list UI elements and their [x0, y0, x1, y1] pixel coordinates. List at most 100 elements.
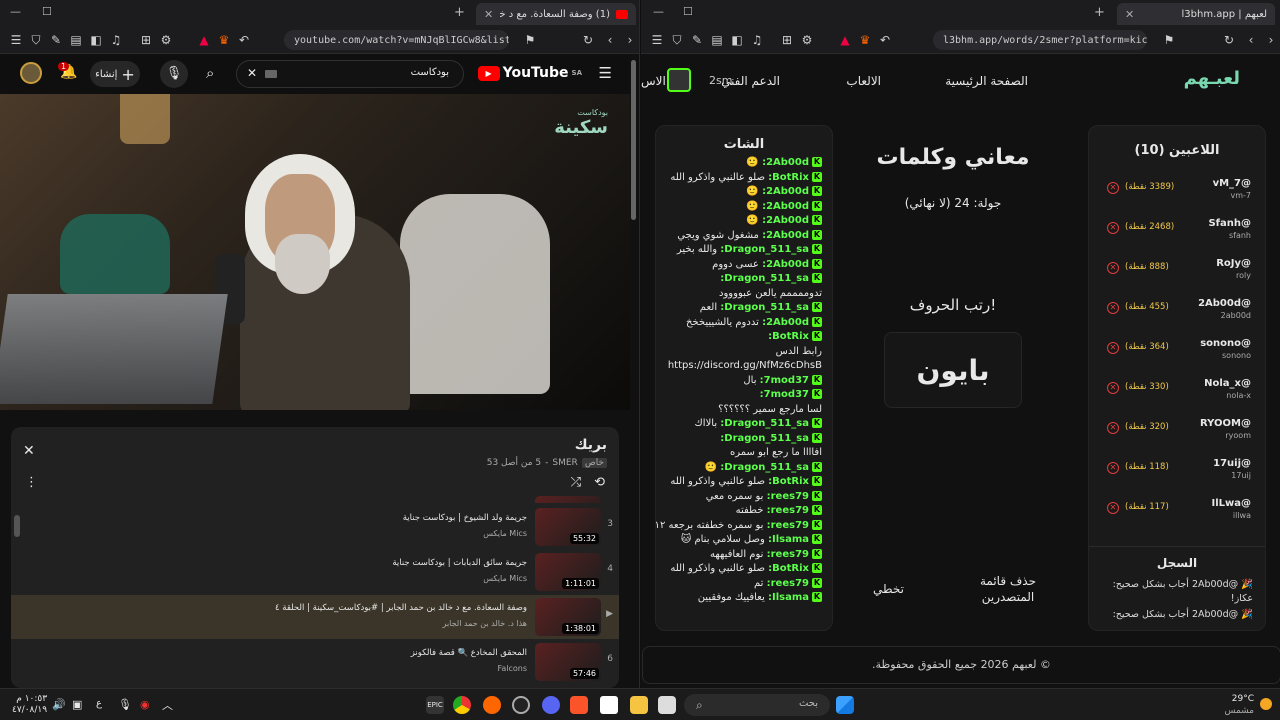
forward-icon[interactable]: › [622, 32, 638, 48]
nav-games[interactable]: الالعاب [846, 74, 881, 88]
playlist-item[interactable]: 6 57:46 المحقق المخادع 🔍 قصة فالكونز Falcon… [11, 640, 619, 684]
nav-home[interactable]: الصفحة الرئيسية [945, 74, 1028, 88]
close-tab-icon[interactable]: ✕ [1125, 8, 1134, 21]
chat-username[interactable]: 2Ab00d: [762, 201, 809, 212]
bookmark-icon[interactable]: ⚑ [522, 32, 538, 48]
chat-username[interactable]: rees79: [767, 491, 809, 502]
remove-player-icon[interactable]: ✕ [1107, 502, 1119, 514]
chat-username[interactable]: rees79: [767, 578, 809, 589]
playlist-item-current[interactable]: ▶ 1:38:01 وصفة السعادة. مع د خالد بن حمد ا… [11, 595, 619, 639]
chat-username[interactable]: 2Ab00d: [762, 317, 809, 328]
mic-tray-icon[interactable]: 🎙 [118, 698, 132, 711]
rewards-icon[interactable]: ▲ [196, 32, 212, 48]
search-icon[interactable]: ⌕ [206, 64, 214, 82]
loop-icon[interactable]: ⟲ [594, 475, 605, 490]
page-scrollbar[interactable] [631, 60, 636, 220]
chat-username[interactable]: Ilsama: [768, 592, 809, 603]
chat-username[interactable]: Dragon_511_sa: [720, 418, 809, 429]
menu-icon[interactable]: ☰ [649, 32, 665, 48]
music-icon[interactable]: ♫ [749, 32, 765, 48]
chat-username[interactable]: BotRix: [768, 476, 809, 487]
shuffle-icon[interactable]: ⤮ [571, 475, 581, 490]
app-icon[interactable] [483, 696, 501, 714]
chat-username[interactable]: Dragon_511_sa: [720, 273, 809, 284]
file-explorer-icon[interactable] [630, 696, 648, 714]
reader-icon[interactable]: ▤ [68, 32, 84, 48]
chat-username[interactable]: rees79: [767, 520, 809, 531]
record-tray-icon[interactable]: ◉ [140, 698, 150, 711]
clock[interactable]: ١٠:٥٣ م ٤٧/٠٨/١٩ [12, 694, 47, 716]
reader-icon[interactable]: ▤ [709, 32, 725, 48]
clear-leaderboard-button[interactable]: حذف قائمة المتصدرين [973, 573, 1043, 605]
playlist-item[interactable]: 3 55:32 جريمة ولد الشيوخ | بودكاست جناية Mi… [11, 505, 619, 549]
new-tab-icon[interactable]: + [1094, 5, 1105, 20]
more-options-icon[interactable]: ⋮ [25, 475, 38, 490]
remove-player-icon[interactable]: ✕ [1107, 182, 1119, 194]
chat-username[interactable]: Dragon_511_sa: [720, 433, 809, 444]
weather-widget[interactable]: 29°C مشمس [1224, 693, 1254, 717]
chat-username[interactable]: 2Ab00d: [762, 259, 809, 270]
sidebar-icon[interactable]: ◧ [729, 32, 745, 48]
chat-username[interactable]: 2Ab00d: [762, 157, 809, 168]
forward-icon[interactable]: › [1263, 32, 1279, 48]
task-view-icon[interactable] [658, 696, 676, 714]
address-bar[interactable]: l3bhm.app/words/2smer?platform=kick [933, 30, 1147, 50]
username[interactable]: 2sm [709, 74, 732, 87]
shield-icon[interactable]: ⛉ [669, 32, 685, 48]
new-tab-icon[interactable]: + [454, 5, 465, 20]
chat-username[interactable]: 2Ab00d: [762, 230, 809, 241]
youtube-logo[interactable]: ▶ YouTube SA [477, 65, 582, 81]
remove-player-icon[interactable]: ✕ [1107, 342, 1119, 354]
chat-username[interactable]: rees79: [767, 505, 809, 516]
language-indicator[interactable]: ع [96, 698, 102, 709]
search-input[interactable]: بودكاست ✕ [236, 60, 464, 88]
nav-more[interactable]: الاس [641, 74, 666, 88]
back-arrow-icon[interactable]: ↶ [236, 32, 252, 48]
brave-icon[interactable] [570, 696, 588, 714]
reload-icon[interactable]: ↻ [580, 32, 596, 48]
remove-player-icon[interactable]: ✕ [1107, 262, 1119, 274]
site-logo[interactable]: لعبـهم [1184, 68, 1240, 89]
minimize-icon[interactable]: — [10, 5, 21, 18]
obs-icon[interactable] [512, 696, 530, 714]
chat-username[interactable]: Dragon_511_sa: [720, 302, 809, 313]
brave-shield-icon[interactable]: ♛ [857, 32, 873, 48]
chat-username[interactable]: BotRix: [768, 172, 809, 183]
chat-username[interactable]: BotRix: [768, 331, 809, 342]
chat-username[interactable]: BotRix: [768, 563, 809, 574]
playlist-item[interactable]: 1:24:30 [11, 493, 619, 503]
address-bar[interactable]: youtube.com/watch?v=mNJqBlIGCw8&list... [284, 30, 509, 50]
maximize-icon[interactable]: ☐ [42, 5, 52, 18]
clear-search-icon[interactable]: ✕ [247, 66, 257, 80]
remove-player-icon[interactable]: ✕ [1107, 302, 1119, 314]
tray-expand-icon[interactable]: ︿ [162, 697, 173, 713]
settings-icon[interactable]: ⚙ [799, 32, 815, 48]
windows-start-icon[interactable] [836, 696, 854, 714]
playlist-item[interactable]: 4 1:11:01 جريمة سائق الدبابات | بودكاست جن… [11, 550, 619, 594]
back-icon[interactable]: ‹ [1243, 32, 1259, 48]
chat-username[interactable]: Ilsama: [768, 534, 809, 545]
screenshot-icon[interactable]: ⊞ [138, 32, 154, 48]
reload-icon[interactable]: ↻ [1221, 32, 1237, 48]
shield-icon[interactable]: ⛉ [28, 32, 44, 48]
tab-l3bhm[interactable]: لعبهم | l3bhm.app ✕ [1117, 3, 1275, 25]
chrome-icon[interactable] [453, 696, 471, 714]
skip-button[interactable]: تخطي [873, 573, 904, 605]
remove-player-icon[interactable]: ✕ [1107, 222, 1119, 234]
chat-username[interactable]: rees79: [767, 549, 809, 560]
epic-games-icon[interactable]: EPIC [426, 696, 444, 714]
video-player[interactable]: بودكاست سكينة [0, 94, 630, 410]
maximize-icon[interactable]: ☐ [683, 5, 693, 18]
chat-username[interactable]: 7mod37: [760, 389, 809, 400]
chat-username[interactable]: Dragon_511_sa: [720, 244, 809, 255]
taskbar-search[interactable]: ⌕ بحث [684, 694, 830, 716]
avatar[interactable] [20, 62, 42, 84]
remove-player-icon[interactable]: ✕ [1107, 382, 1119, 394]
menu-icon[interactable]: ☰ [8, 32, 24, 48]
minimize-icon[interactable]: — [653, 5, 664, 18]
remove-player-icon[interactable]: ✕ [1107, 422, 1119, 434]
app-grid-icon[interactable] [600, 696, 618, 714]
discord-icon[interactable] [542, 696, 560, 714]
playlist-owner[interactable]: SMER [552, 458, 577, 468]
bookmark-icon[interactable]: ⚑ [1161, 32, 1177, 48]
